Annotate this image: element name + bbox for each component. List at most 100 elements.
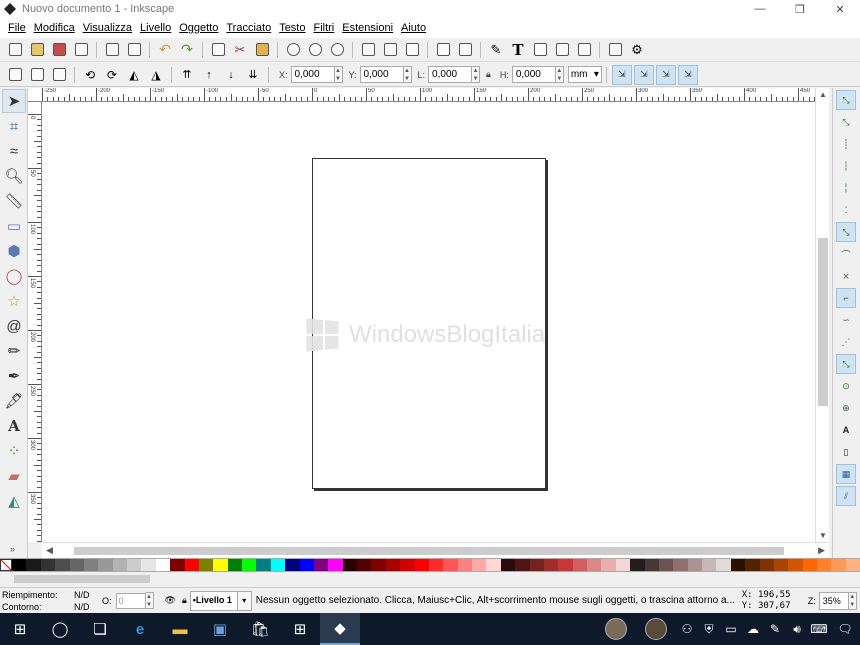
menu-testo[interactable]: Testo: [275, 22, 309, 34]
menu-file[interactable]: File: [4, 22, 30, 34]
task-view-icon[interactable]: ❏: [80, 613, 120, 645]
clone-icon[interactable]: [380, 40, 400, 60]
color-swatch[interactable]: [543, 559, 559, 571]
store-bag-icon[interactable]: 🛍︎: [240, 613, 280, 645]
zoom-tool-icon[interactable]: 🔍︎: [2, 164, 26, 188]
spiral-tool-icon[interactable]: @: [2, 314, 26, 338]
text-tool-icon[interactable]: A: [2, 414, 26, 438]
chevron-down-icon[interactable]: ▾: [237, 590, 252, 611]
rotate-ccw-icon[interactable]: ⟲: [80, 65, 100, 85]
text-font-icon[interactable]: T: [508, 40, 528, 60]
color-swatch[interactable]: [400, 559, 415, 571]
lock-ratio-icon[interactable]: 🔒︎: [486, 69, 491, 80]
select-all-layers-icon[interactable]: [27, 65, 47, 85]
color-swatch[interactable]: [213, 559, 228, 571]
color-swatch[interactable]: [26, 559, 41, 571]
opacity-field[interactable]: 0: [115, 592, 146, 609]
no-paint-swatch[interactable]: [0, 559, 12, 571]
snap-text-baseline-icon[interactable]: A: [836, 420, 856, 440]
xml-editor-icon[interactable]: [552, 40, 572, 60]
snap-bbox-corner-icon[interactable]: ┆: [836, 156, 856, 176]
color-swatch[interactable]: [40, 559, 56, 571]
edge-browser-icon[interactable]: e: [120, 613, 160, 645]
color-swatch[interactable]: [299, 559, 314, 571]
selector-tool-icon[interactable]: ➤: [2, 89, 26, 113]
import-icon[interactable]: [102, 40, 122, 60]
color-swatch[interactable]: [198, 559, 214, 571]
drawing-canvas[interactable]: WindowsBlogItalia: [42, 102, 815, 542]
color-swatch[interactable]: [98, 559, 113, 571]
copy-icon[interactable]: [208, 40, 228, 60]
color-swatch[interactable]: [601, 559, 616, 571]
zoom-selection-icon[interactable]: [283, 40, 303, 60]
color-swatch[interactable]: [745, 559, 760, 571]
color-swatch[interactable]: [558, 559, 573, 571]
snap-bbox-icon[interactable]: ⤡: [836, 112, 856, 132]
color-swatch[interactable]: [817, 559, 832, 571]
restore-button[interactable]: ❐: [780, 0, 820, 18]
color-swatch[interactable]: [572, 559, 587, 571]
zoom-spinner[interactable]: ▲ ▼: [848, 591, 857, 610]
layer-lock-icon[interactable]: 🔒︎: [182, 595, 187, 606]
menu-oggetto[interactable]: Oggetto: [175, 22, 222, 34]
color-swatch[interactable]: [730, 559, 746, 571]
lower-icon[interactable]: ↓: [221, 65, 241, 85]
defender-shield-icon[interactable]: ⛨: [698, 622, 720, 637]
color-swatch[interactable]: [759, 559, 774, 571]
snap-path-icon[interactable]: ⌒: [836, 244, 856, 264]
lower-to-bottom-icon[interactable]: ⇊: [243, 65, 263, 85]
keyboard-icon[interactable]: ⌨: [808, 622, 830, 636]
color-swatch[interactable]: [170, 559, 185, 571]
color-swatch[interactable]: [12, 559, 27, 571]
people-icon[interactable]: ⚇: [676, 622, 698, 636]
menu-estensioni[interactable]: Estensioni: [338, 22, 397, 34]
store-icon[interactable]: ▣: [200, 613, 240, 645]
pen-workspace-icon[interactable]: ✎: [764, 622, 786, 636]
contact-avatar-2[interactable]: [645, 618, 667, 640]
scroll-right-icon[interactable]: ▶: [818, 545, 825, 556]
color-swatch[interactable]: [773, 559, 789, 571]
color-swatch[interactable]: [529, 559, 544, 571]
scale-corners-toggle[interactable]: ⇲: [633, 64, 654, 85]
raise-icon[interactable]: ↑: [199, 65, 219, 85]
snap-grid-icon[interactable]: ▦: [836, 464, 856, 484]
ellipse-tool-icon[interactable]: ◯: [2, 264, 26, 288]
cut-icon[interactable]: ✂: [230, 40, 250, 60]
menu-filtri[interactable]: Filtri: [309, 22, 338, 34]
fill-stroke-icon[interactable]: ✎: [486, 40, 506, 60]
raise-to-top-icon[interactable]: ⇈: [177, 65, 197, 85]
scroll-up-icon[interactable]: ▲: [816, 90, 830, 99]
rectangle-tool-icon[interactable]: ▭: [2, 214, 26, 238]
rotate-cw-icon[interactable]: ⟳: [102, 65, 122, 85]
node-tool-icon[interactable]: ⌗: [2, 114, 26, 138]
color-swatch[interactable]: [242, 559, 257, 571]
windows-start-icon[interactable]: ⊞: [0, 613, 40, 645]
contact-avatar[interactable]: [605, 618, 627, 640]
snap-nodes-icon[interactable]: ⤡: [836, 222, 856, 242]
close-button[interactable]: ✕: [820, 0, 860, 18]
height-field[interactable]: 0,000: [511, 66, 556, 83]
menu-modifica[interactable]: Modifica: [30, 22, 79, 34]
color-swatch[interactable]: [658, 559, 674, 571]
undo-icon[interactable]: ↶: [155, 40, 175, 60]
snap-others-icon[interactable]: ⤡: [836, 354, 856, 374]
menu-aiuto[interactable]: Aiuto: [397, 22, 430, 34]
spray-tool-icon[interactable]: ⁘: [2, 439, 26, 463]
volume-icon[interactable]: 🔊︎: [786, 622, 808, 637]
y-field[interactable]: 0,000: [359, 66, 404, 83]
more-tools-icon[interactable]: »: [10, 544, 15, 554]
menu-visualizza[interactable]: Visualizza: [79, 22, 136, 34]
layers-icon[interactable]: [530, 40, 550, 60]
color-swatch[interactable]: [702, 559, 717, 571]
pen-tool-icon[interactable]: ✒: [2, 364, 26, 388]
ungroup-icon[interactable]: [455, 40, 475, 60]
color-swatch[interactable]: [428, 559, 444, 571]
color-swatch[interactable]: [515, 559, 530, 571]
horizontal-scroll-thumb[interactable]: [74, 547, 784, 555]
color-swatch[interactable]: [127, 559, 142, 571]
color-swatch[interactable]: [371, 559, 386, 571]
paint-bucket-tool-icon[interactable]: ◭: [2, 489, 26, 513]
snap-enable-icon[interactable]: ⤡: [836, 90, 856, 110]
color-swatch[interactable]: [270, 559, 286, 571]
new-document-icon[interactable]: [5, 40, 25, 60]
